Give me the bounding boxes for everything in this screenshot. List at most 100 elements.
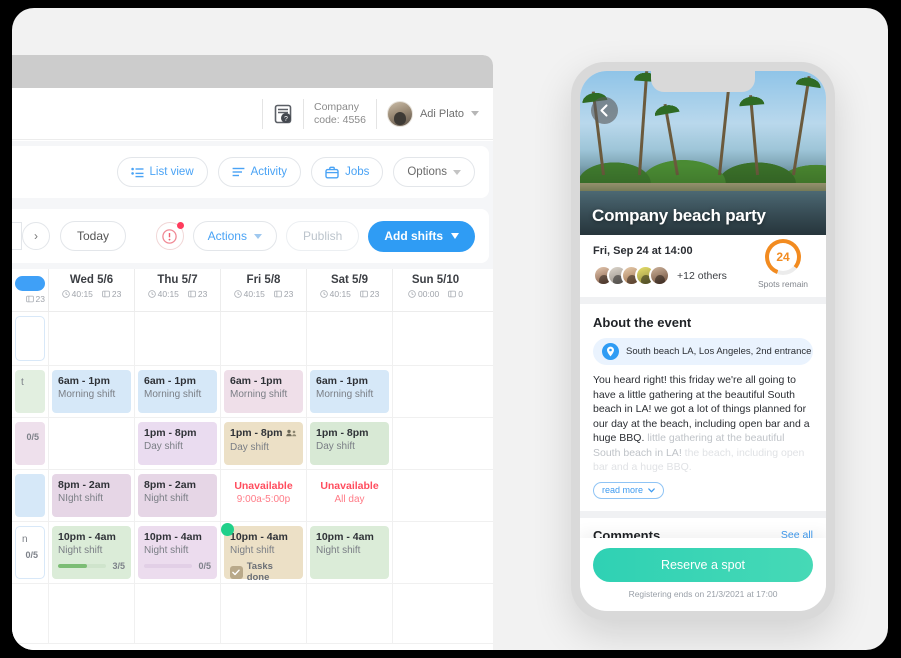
calendar-cell[interactable] (392, 522, 478, 583)
calendar-row (12, 312, 493, 366)
calendar-cell[interactable] (392, 470, 478, 521)
calendar-cell[interactable]: 6am - 1pm Morning shift (134, 366, 220, 417)
read-more-button[interactable]: read more (593, 481, 665, 499)
unavailable-range: 9:00a-5:00p (236, 494, 291, 505)
shift-placeholder[interactable] (15, 316, 45, 361)
calendar-cell[interactable]: 6am - 1pm Morning shift (306, 366, 392, 417)
shift-chip[interactable]: 10pm - 4am Night shift Tasks done (221, 523, 303, 583)
calendar-cell[interactable] (134, 584, 220, 643)
shift-chip[interactable]: 6am - 1pm Morning shift (138, 370, 217, 413)
calendar-cell[interactable]: 1pm - 8pm Day shift (220, 418, 306, 469)
calendar-cell[interactable] (392, 312, 478, 365)
shift-time: 10pm - 4am (316, 531, 374, 543)
help-card-icon[interactable]: ? (273, 103, 293, 125)
calendar-cell[interactable]: 1pm - 8pm Day shift (306, 418, 392, 469)
calendar-cell[interactable] (220, 584, 306, 643)
shift-chip-partial[interactable]: t (15, 370, 45, 413)
shift-progress-value: 0/5 (198, 561, 211, 571)
calendar-cell[interactable] (392, 366, 478, 417)
tasks-done-badge[interactable]: Tasks done (230, 561, 297, 583)
calendar-cell[interactable] (48, 418, 134, 469)
shift-chip[interactable]: 1pm - 8pm Day shift (310, 422, 389, 465)
jobs-button[interactable]: Jobs (311, 157, 384, 187)
toolbar-card: List view Activity Jobs Options (12, 146, 489, 198)
shift-chip[interactable]: 1pm - 8pm Day shift (224, 422, 303, 465)
unavailable-chip[interactable]: Unavailable 9:00a-5:00p (224, 474, 303, 517)
user-menu[interactable]: Adi Plato (386, 100, 479, 127)
tasks-done-label: Tasks done (246, 561, 273, 583)
unavailable-chip[interactable]: Unavailable All day (310, 474, 389, 517)
reserve-a-spot-button[interactable]: Reserve a spot (593, 548, 813, 582)
calendar-cell[interactable]: 6am - 1pm Morning shift (220, 366, 306, 417)
options-button[interactable]: Options (393, 157, 475, 187)
day-selected-pill[interactable] (15, 276, 45, 291)
calendar-cell[interactable] (306, 584, 392, 643)
calendar-cell-partial[interactable]: t (12, 366, 48, 417)
publish-button[interactable]: Publish (285, 221, 360, 251)
event-location[interactable]: South beach LA, Los Angeles, 2nd entranc… (593, 338, 813, 365)
calendar-cell[interactable]: 10pm - 4am Night shift Tasks done (220, 522, 306, 583)
calendar-cell-partial[interactable] (12, 470, 48, 521)
shift-chip-partial[interactable]: 0/5 (15, 422, 45, 465)
calendar-cell[interactable]: 10pm - 4am Night shift 3/5 (48, 522, 134, 583)
day-name: Fri 5/8 (246, 274, 281, 286)
calendar-cell[interactable] (48, 312, 134, 365)
alert-circle-icon[interactable] (155, 222, 184, 250)
day-name: Sun 5/10 (411, 274, 460, 286)
prev-week-button[interactable]: ‹ (12, 222, 22, 250)
chevron-left-icon[interactable] (591, 97, 618, 124)
calendar-cell[interactable] (306, 312, 392, 365)
shift-chip[interactable]: 6am - 1pm Morning shift (224, 370, 303, 413)
calendar-day-header-partial: 23 (12, 269, 48, 311)
controls-band: ‹ › Today Actions Publi (12, 203, 493, 269)
actions-button[interactable]: Actions (192, 221, 277, 251)
shift-chip-partial[interactable]: n 0/5 (15, 526, 45, 579)
day-name: Wed 5/6 (69, 274, 114, 286)
list-view-button[interactable]: List view (116, 157, 208, 187)
shift-chip-partial[interactable] (15, 474, 45, 517)
calendar-row: t 6am - 1pm Morning shift 6am - 1pm Morning … (12, 366, 493, 418)
calendar-cell[interactable]: 6am - 1pm Morning shift (48, 366, 134, 417)
calendar-cell-partial[interactable] (12, 312, 48, 365)
calendar-cell[interactable]: 10pm - 4am Night shift 0/5 (134, 522, 220, 583)
add-shifts-button[interactable]: Add shifts (368, 220, 475, 252)
calendar-cell[interactable]: Unavailable All day (306, 470, 392, 521)
shift-chip[interactable]: 1pm - 8pm Day shift (138, 422, 217, 465)
calendar-row: 8pm - 2am NIght shift 8pm - 2am Night shift… (12, 470, 493, 522)
calendar-day-header[interactable]: Thu 5/7 40:15 23 (134, 269, 220, 311)
day-shift-count: 23 (102, 289, 121, 299)
calendar-cell[interactable] (48, 584, 134, 643)
calendar-day-header[interactable]: Sun 5/10 00:00 0 (392, 269, 478, 311)
calendar-cell-partial[interactable]: 0/5 (12, 418, 48, 469)
activity-button[interactable]: Activity (217, 157, 302, 187)
calendar-day-header[interactable]: Wed 5/6 40:15 23 (48, 269, 134, 311)
calendar-cell-partial[interactable]: n 0/5 (12, 522, 48, 583)
svg-text:?: ? (284, 116, 288, 123)
shift-name: Night shift (316, 545, 361, 556)
calendar-day-header[interactable]: Fri 5/8 40:15 23 (220, 269, 306, 311)
calendar-cell[interactable] (134, 312, 220, 365)
shift-chip[interactable]: 10pm - 4am Night shift 3/5 (52, 526, 131, 579)
shift-chip[interactable]: 8pm - 2am Night shift (138, 474, 217, 517)
calendar-cell[interactable]: 8pm - 2am Night shift (134, 470, 220, 521)
calendar-cell[interactable]: 1pm - 8pm Day shift (134, 418, 220, 469)
calendar-cell[interactable] (392, 418, 478, 469)
calendar-cell[interactable] (220, 312, 306, 365)
calendar-cell[interactable]: Unavailable 9:00a-5:00p (220, 470, 306, 521)
calendar-day-header[interactable]: Sat 5/9 40:15 23 (306, 269, 392, 311)
shift-chip[interactable]: 6am - 1pm Morning shift (310, 370, 389, 413)
schedule-calendar: 23 Wed 5/6 40:15 23 Thu 5/7 40:15 23 Fri 5/8 40:… (12, 269, 493, 650)
shift-chip[interactable]: 10pm - 4am Night shift 0/5 (138, 526, 217, 579)
calendar-cell[interactable]: 10pm - 4am Night shift (306, 522, 392, 583)
shift-chip[interactable]: 8pm - 2am NIght shift (52, 474, 131, 517)
shift-chip[interactable]: 10pm - 4am Night shift (310, 526, 389, 579)
calendar-cell-partial[interactable] (12, 584, 48, 643)
next-week-button[interactable]: › (22, 222, 50, 250)
shift-name: Night shift (230, 545, 275, 556)
activity-label: Activity (250, 166, 288, 178)
today-button[interactable]: Today (60, 221, 127, 251)
shift-chip[interactable]: 6am - 1pm Morning shift (52, 370, 131, 413)
calendar-cell[interactable]: 8pm - 2am NIght shift (48, 470, 134, 521)
calendar-cell[interactable] (392, 584, 478, 643)
shift-time: 10pm - 4am (144, 531, 202, 543)
